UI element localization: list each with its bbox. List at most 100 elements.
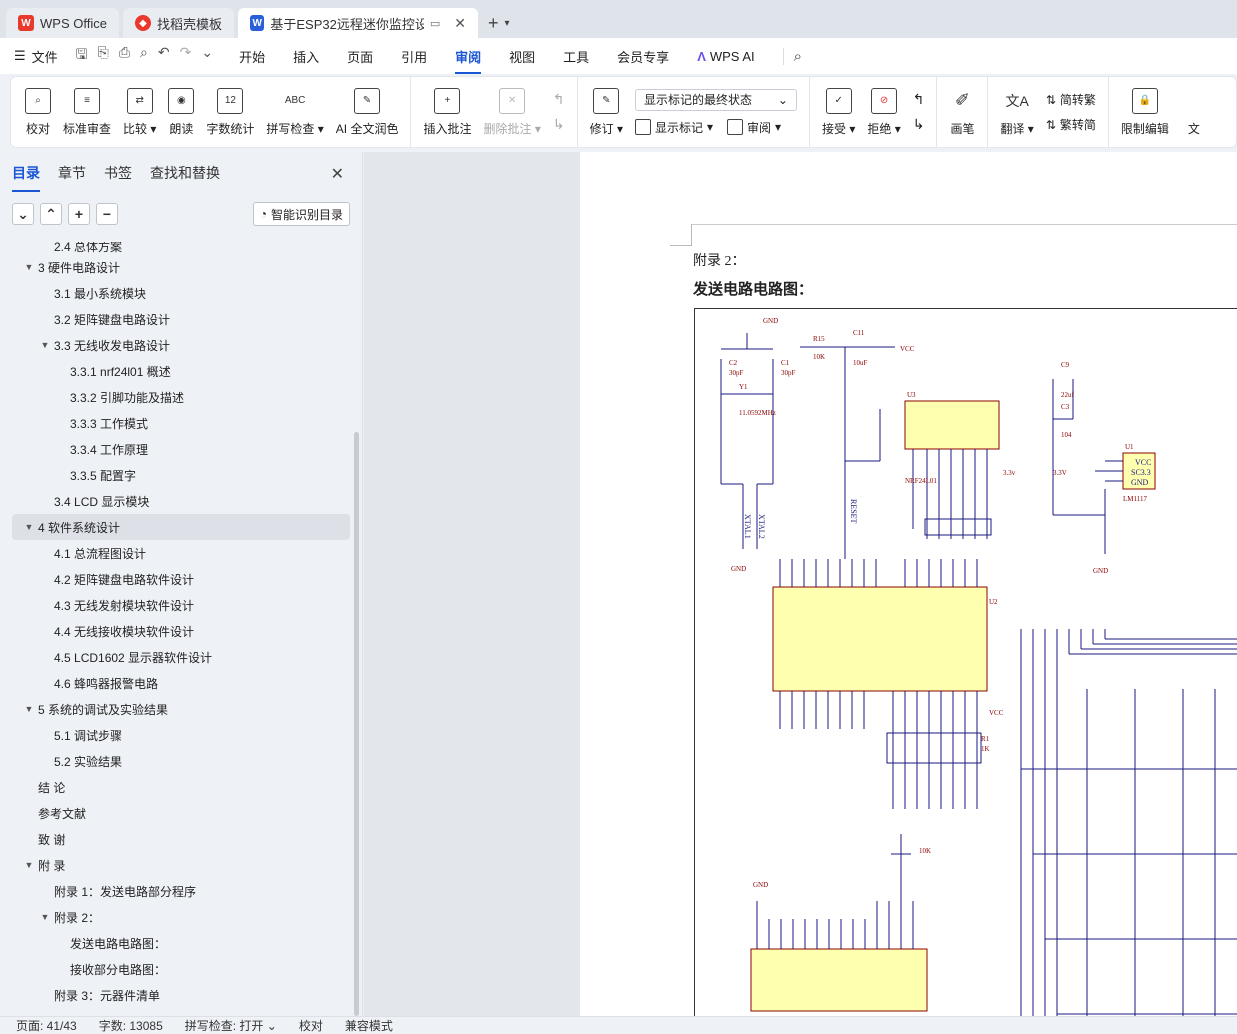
menu-view[interactable]: 视图 [509,47,535,66]
toc-item[interactable]: 发送电路电路图： [0,930,354,956]
show-markup-button[interactable]: 显示标记 ▾ [634,119,713,136]
toc-item[interactable]: 附录 1：发送电路部分程序 [0,878,354,904]
tab-toc[interactable]: 目录 [12,163,40,192]
toc-item[interactable]: 4.4 无线接收模块软件设计 [0,618,354,644]
chevron-down-icon[interactable]: ▼ [22,522,36,532]
menu-tools[interactable]: 工具 [563,47,589,66]
translate-button[interactable]: 文A 翻译 ▾ [994,77,1039,147]
collapse-icon[interactable]: ⌃ [40,203,62,225]
menu-page[interactable]: 页面 [347,47,373,66]
toc-scrollbar[interactable] [354,432,359,1016]
toc-item[interactable]: 4.5 LCD1602 显示器软件设计 [0,644,354,670]
ai-polish-button[interactable]: ✎ AI 全文润色 [330,77,405,147]
expand-icon[interactable]: ⌄ [12,203,34,225]
tab-find-replace[interactable]: 查找和替换 [150,163,220,183]
next-change-icon[interactable]: ↳ [913,116,925,133]
to-traditional-button[interactable]: ⇅ 简转繁 [1046,91,1096,108]
tab-wps-office[interactable]: W WPS Office [6,8,119,38]
tab-document[interactable]: W 基于ESP32远程迷你监控设备 ▭ ✕ [237,8,478,38]
reject-button[interactable]: ⊘ 拒绝 ▾ [861,77,906,147]
save-icon[interactable]: 🖫 [76,44,88,68]
menu-insert[interactable]: 插入 [293,47,319,66]
chevron-down-icon[interactable]: ▼ [22,860,36,870]
close-icon[interactable]: ✕ [331,164,344,184]
figure-heading[interactable]: 发送电路电路图： [693,278,813,299]
add-heading-icon[interactable]: + [68,203,90,225]
toc-item[interactable]: ▼ 附 录 [0,852,354,878]
review-pane-button[interactable]: 审阅 ▾ [727,119,781,136]
new-tab-button[interactable]: + ▾ [482,8,516,38]
pen-button[interactable]: ✐ 画笔 [943,77,981,147]
accept-button[interactable]: ✓ 接受 ▾ [816,77,861,147]
std-review-button[interactable]: ≡ 标准审查 [57,77,117,147]
toc-item[interactable]: ▼ 4 软件系统设计 [12,514,350,540]
toc-item[interactable]: 3.3.4 工作原理 [0,436,354,462]
toc-item[interactable]: 3.3.5 配置字 [0,462,354,488]
chevron-down-icon[interactable]: ▼ [22,262,36,272]
tab-bookmark[interactable]: 书签 [104,163,132,183]
toc-item[interactable]: 附录 3：元器件清单 [0,982,354,1008]
print-icon[interactable]: ⎙ [119,44,130,68]
toc-item[interactable]: 参考文献 [0,800,354,826]
insert-comment-button[interactable]: + 插入批注 [417,77,477,147]
toc-item[interactable]: 3.3.3 工作模式 [0,410,354,436]
read-aloud-button[interactable]: ◉ 朗读 [162,77,200,147]
remove-heading-icon[interactable]: − [96,203,118,225]
toc-item[interactable]: ▼ 3.3 无线收发电路设计 [0,332,354,358]
restrict-edit-button[interactable]: 🔒 限制编辑 [1115,77,1175,147]
toc-item[interactable]: 接收部分电路图： [0,956,354,982]
toc-item[interactable]: ▼ 5 系统的调试及实验结果 [0,696,354,722]
document-page[interactable]: 附录 2： 发送电路电路图： GND R15 10K C11 10uF VCC … [580,152,1237,1016]
tab-docer[interactable]: ◆ 找稻壳模板 [122,8,234,38]
print-preview-icon[interactable]: ⌕ [140,44,148,68]
toc-item[interactable]: 结 论 [0,774,354,800]
menu-start[interactable]: 开始 [239,47,265,66]
toc-item[interactable]: 3.3.2 引脚功能及描述 [0,384,354,410]
prev-change-icon[interactable]: ↰ [913,91,925,108]
doc-tools-button[interactable]: 文 [1175,77,1213,147]
chevron-down-icon[interactable]: ▾ [504,18,509,29]
compare-button[interactable]: ⇄ 比较 ▾ [117,77,162,147]
export-icon[interactable]: ⎘ [98,44,109,68]
tab-chapter[interactable]: 章节 [58,163,86,183]
toc-item[interactable]: 4.2 矩阵键盘电路软件设计 [0,566,354,592]
redo-icon[interactable]: ↷ [180,44,192,68]
page-indicator[interactable]: 页面: 41/43 [16,1017,77,1034]
word-count-button[interactable]: 12 字数统计 [200,77,260,147]
toc-item[interactable]: ▼ 附录 2： [0,904,354,930]
toc-item[interactable]: 5.1 调试步骤 [0,722,354,748]
proof-button[interactable]: ⌕ 校对 [19,77,57,147]
chevron-down-icon[interactable]: ▼ [22,704,36,714]
chevron-down-icon[interactable]: ▼ [38,912,52,922]
menu-review[interactable]: 审阅 [455,47,482,74]
toc-item[interactable]: 3.3.1 nrf24l01 概述 [0,358,354,384]
toc-item[interactable]: 3.1 最小系统模块 [0,280,354,306]
toc-item[interactable]: 4.6 蜂鸣器报警电路 [0,670,354,696]
word-count[interactable]: 字数: 13085 [99,1017,163,1034]
track-changes-button[interactable]: ✎ 修订 ▾ [584,77,629,147]
smart-toc-button[interactable]: ◔ 智能识别目录 [252,202,350,226]
proof-status[interactable]: 校对 [299,1017,323,1034]
delete-comment-button[interactable]: ✕ 删除批注 ▾ [477,77,546,147]
prev-comment-icon[interactable]: ↰ [553,91,565,108]
to-simplified-button[interactable]: ⇅ 繁转简 [1046,116,1096,133]
appendix-label[interactable]: 附录 2： [693,250,746,270]
chevron-down-icon[interactable]: ▼ [38,340,52,350]
toc-item[interactable]: 致 谢 [0,826,354,852]
toc-item[interactable]: 4.1 总流程图设计 [0,540,354,566]
toc-item[interactable]: ▼ 3 硬件电路设计 [0,254,354,280]
file-menu[interactable]: ☰ 文件 [14,47,58,66]
toc-item[interactable]: 3.4 LCD 显示模块 [0,488,354,514]
menu-member[interactable]: 会员专享 [617,47,669,66]
menu-wps-ai[interactable]: Λ WPS AI [697,49,754,64]
toc-item[interactable]: 2.4 总体方案 [0,242,354,254]
undo-icon[interactable]: ↶ [158,44,170,68]
toc-item[interactable]: 3.2 矩阵键盘电路设计 [0,306,354,332]
spell-check-status[interactable]: 拼写检查: 打开 ⌄ [185,1017,277,1034]
next-comment-icon[interactable]: ↳ [553,116,565,133]
menu-reference[interactable]: 引用 [401,47,427,66]
search-icon[interactable]: ⌕ [782,47,802,65]
close-icon[interactable]: ✕ [454,15,466,32]
display-mode-dropdown[interactable]: 显示标记的最终状态 ⌄ [634,88,797,111]
monitor-icon[interactable]: ▭ [430,17,440,30]
